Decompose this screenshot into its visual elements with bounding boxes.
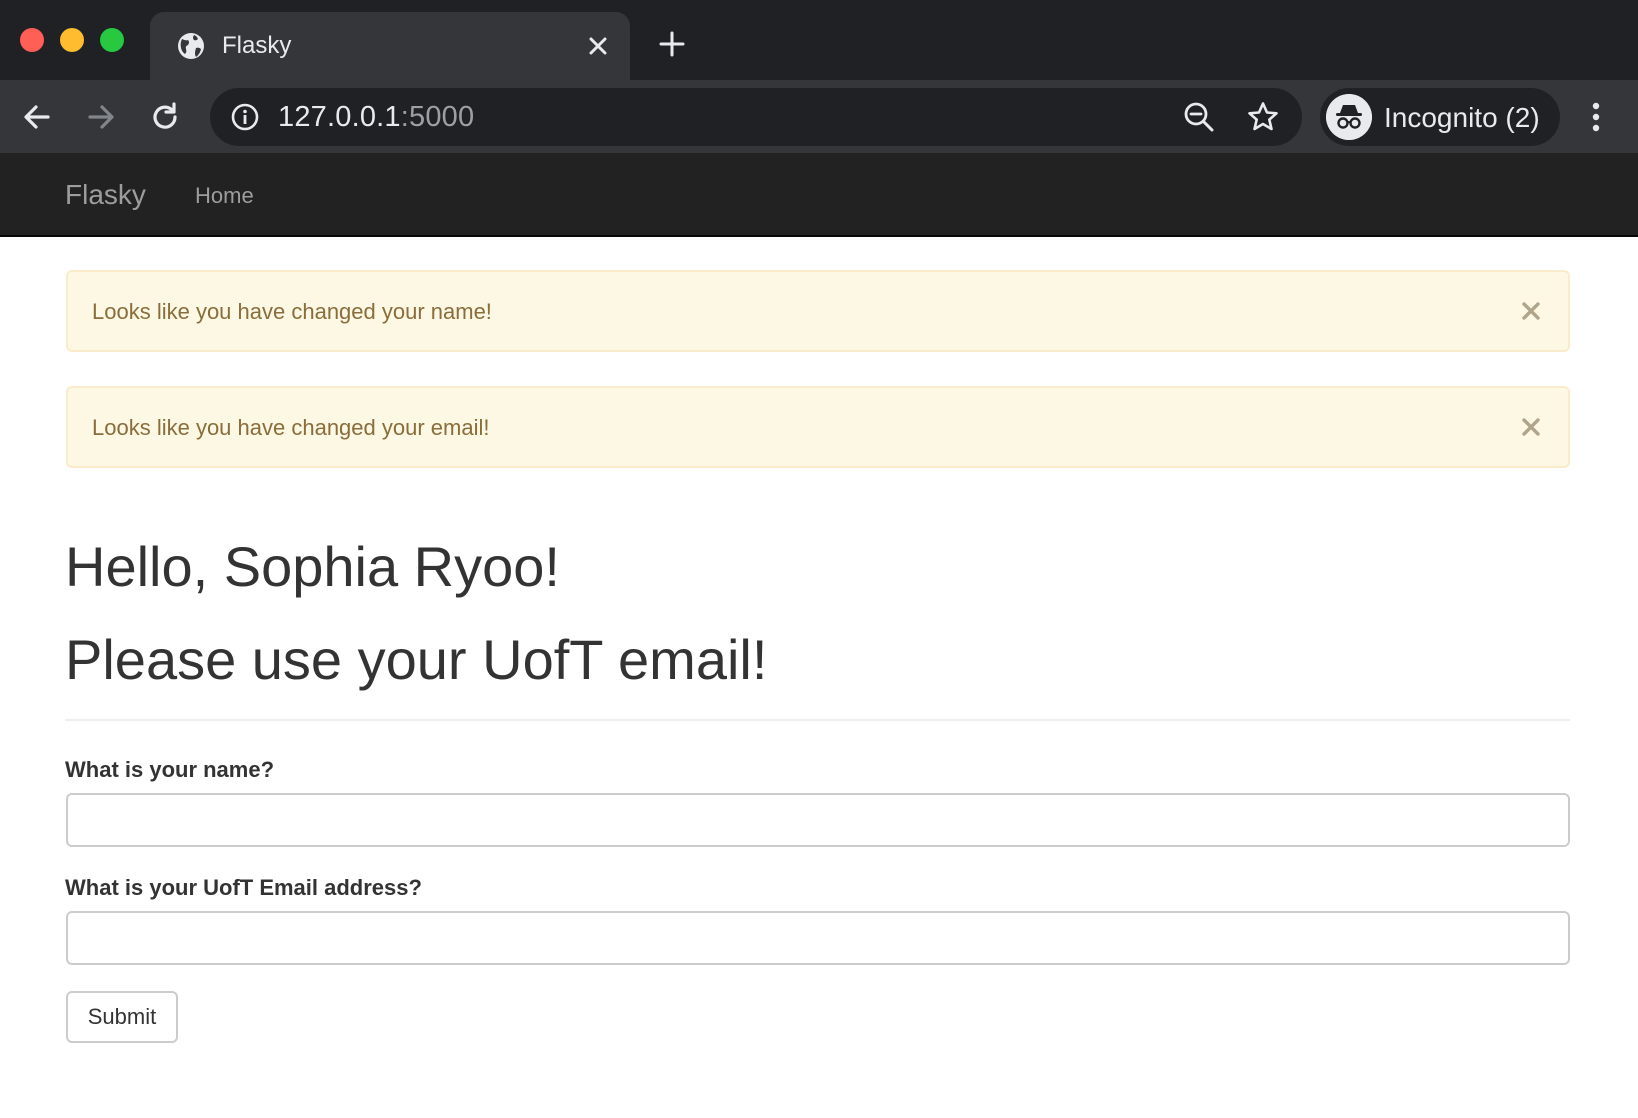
globe-icon	[178, 33, 204, 59]
page-header-divider	[65, 719, 1570, 721]
nav-link-home[interactable]: Home	[195, 183, 254, 209]
url-port: :5000	[400, 101, 475, 133]
new-tab-icon[interactable]	[656, 28, 688, 60]
back-icon[interactable]	[18, 98, 56, 136]
tab-title: Flasky	[222, 32, 292, 59]
alert-close-icon[interactable]	[1520, 416, 1542, 438]
url-host: 127.0.0.1	[278, 101, 401, 133]
window-minimize-button[interactable]	[60, 28, 84, 52]
alert-message: Looks like you have changed your email!	[92, 415, 490, 440]
alert-close-icon[interactable]	[1520, 300, 1542, 322]
name-input[interactable]	[66, 793, 1570, 847]
alert-message: Looks like you have changed your name!	[92, 299, 492, 324]
more-menu-icon[interactable]	[1580, 98, 1612, 136]
name-label: What is your name?	[65, 757, 275, 782]
incognito-profile-button[interactable]: Incognito (2)	[1320, 88, 1560, 146]
flash-alert: Looks like you have changed your name!	[66, 270, 1570, 352]
address-bar[interactable]: 127.0.0.1:5000	[210, 88, 1302, 146]
uoft-email-notice: Please use your UofT email!	[65, 628, 768, 691]
forward-icon[interactable]	[82, 98, 120, 136]
window-close-button[interactable]	[20, 28, 44, 52]
url-text[interactable]: 127.0.0.1:5000	[278, 101, 474, 133]
window-zoom-button[interactable]	[100, 28, 124, 52]
browser-tab[interactable]: Flasky	[150, 12, 630, 80]
submit-button[interactable]: Submit	[66, 991, 178, 1043]
zoom-out-icon[interactable]	[1182, 100, 1216, 134]
reload-icon[interactable]	[146, 98, 184, 136]
browser-toolbar: 127.0.0.1:5000 Incognito (2)	[0, 80, 1638, 153]
site-info-icon[interactable]	[230, 102, 260, 132]
email-label: What is your UofT Email address?	[65, 875, 422, 900]
email-input[interactable]	[66, 911, 1570, 965]
profile-label: Incognito (2)	[1384, 102, 1540, 133]
close-tab-icon[interactable]	[582, 30, 614, 62]
tab-strip: Flasky	[0, 0, 1638, 80]
navbar-brand[interactable]: Flasky	[65, 179, 146, 211]
greeting-heading: Hello, Sophia Ryoo!	[65, 535, 560, 598]
site-navbar: Flasky Home	[0, 153, 1638, 237]
flash-alert: Looks like you have changed your email!	[66, 386, 1570, 468]
incognito-icon	[1326, 94, 1372, 140]
bookmark-star-icon[interactable]	[1246, 100, 1280, 134]
